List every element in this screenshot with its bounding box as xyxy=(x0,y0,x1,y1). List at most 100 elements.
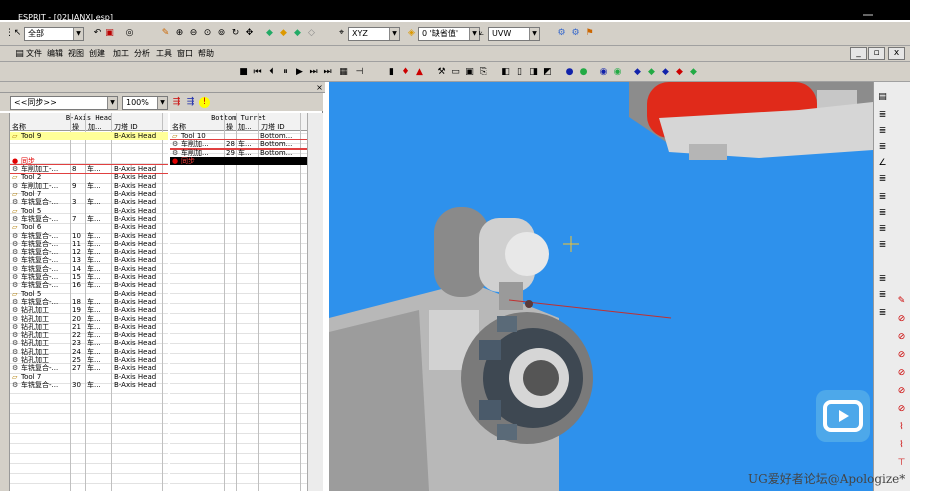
chevron-down-icon[interactable]: ▼ xyxy=(107,97,117,109)
tool-row[interactable]: ▱ Tool 7 B-Axis Head xyxy=(10,373,168,381)
column-turret-id[interactable]: 刀塔 ID xyxy=(114,122,138,132)
part-icon[interactable]: ◆ xyxy=(660,67,671,78)
layer-icon[interactable]: ◆ xyxy=(292,28,303,39)
zoom-combo[interactable]: 100% ▼ xyxy=(122,96,168,110)
menu-edit[interactable]: 编辑 xyxy=(47,49,63,59)
sync-row[interactable]: ● 同步 xyxy=(10,157,168,165)
mdi-restore-button[interactable]: ▫ xyxy=(868,47,885,60)
view-top-icon[interactable]: ◨ xyxy=(528,67,539,78)
column-turret-id[interactable]: 刀塔 ID xyxy=(261,122,285,132)
zoom-fit-icon[interactable]: ⊙ xyxy=(202,28,213,39)
chevron-down-icon[interactable]: ▼ xyxy=(73,28,83,40)
menu-analysis[interactable]: 分析 xyxy=(134,49,150,59)
operation-row[interactable]: ⚙ 车铣复合-... 30 车... B-Axis Head xyxy=(10,381,168,389)
pause-icon[interactable]: ⏸ xyxy=(280,67,291,78)
menu-file[interactable]: 文件 xyxy=(26,49,42,59)
operation-row[interactable]: ⚙ 车削加工-... 9 车... B-Axis Head xyxy=(10,182,168,190)
stop-icon[interactable]: ■ xyxy=(238,67,249,78)
snap-icon[interactable]: ⊘ xyxy=(896,314,907,325)
mdi-close-button[interactable]: x xyxy=(888,47,905,60)
operation-row[interactable]: ⚙ 车铣复合-... 7 车... B-Axis Head xyxy=(10,215,168,223)
cube-icon[interactable]: ◆ xyxy=(264,28,275,39)
snap-icon[interactable]: ⊘ xyxy=(896,332,907,343)
fast-forward-icon[interactable]: ⏭ xyxy=(322,67,333,78)
snap-icon[interactable]: ✎ xyxy=(896,296,907,307)
save-view-icon[interactable]: ▤ xyxy=(877,92,888,103)
view-iso-icon[interactable]: ◩ xyxy=(542,67,553,78)
settings-icon[interactable]: ◆ xyxy=(688,67,699,78)
operation-row[interactable]: ⚙ 车铣复合-... 27 车... B-Axis Head xyxy=(10,364,168,372)
undo-icon[interactable]: ↶ xyxy=(92,28,103,39)
machine-icon[interactable]: ◆ xyxy=(632,67,643,78)
operation-row[interactable]: ⚙ 车铣复合-... 10 车... B-Axis Head xyxy=(10,232,168,240)
tool-row[interactable]: ▱ Tool 9 B-Axis Head xyxy=(10,132,168,141)
operation-row[interactable]: ⚙ 车削加... 29 车... Bottom... xyxy=(170,147,307,158)
tool-row[interactable]: ▱ Tool 6 B-Axis Head xyxy=(10,223,168,231)
sync-row[interactable]: ● 同步 xyxy=(170,156,307,166)
view-list-icon[interactable]: ≣ xyxy=(877,290,888,301)
uvw-combo[interactable]: UVW ▼ xyxy=(488,27,540,41)
view-side-icon[interactable]: ▯ xyxy=(514,67,525,78)
tool-icon[interactable]: ▮ xyxy=(386,67,397,78)
mdi-minimize-button[interactable]: _ xyxy=(850,47,867,60)
record-icon[interactable]: ◎ xyxy=(124,28,135,39)
menu-tools[interactable]: 工具 xyxy=(156,49,172,59)
operation-row[interactable]: ⚙ 钻孔加工 23 车... B-Axis Head xyxy=(10,339,168,347)
column-machining[interactable]: 加... xyxy=(88,122,102,132)
operation-row[interactable] xyxy=(10,140,168,148)
operation-row[interactable]: ⚙ 车铣复合-... 3 车... B-Axis Head xyxy=(10,198,168,206)
shaded-icon[interactable]: ● xyxy=(578,67,589,78)
snap-icon[interactable]: ⊘ xyxy=(896,350,907,361)
spindle-icon[interactable]: ⊣ xyxy=(354,67,365,78)
export-icon[interactable]: ⎘ xyxy=(478,67,489,78)
solid-icon[interactable]: ● xyxy=(564,67,575,78)
snap-icon[interactable]: ⌇ xyxy=(896,440,907,451)
menu-window[interactable]: 窗口 xyxy=(177,49,193,59)
snap-icon[interactable]: ⊤ xyxy=(896,458,907,469)
column-name[interactable]: 名称 xyxy=(12,122,26,132)
wrench-icon[interactable]: ⚒ xyxy=(436,67,447,78)
column-name[interactable]: 名称 xyxy=(172,122,186,132)
workplane-icon[interactable]: ◈ xyxy=(406,28,417,39)
plane-combo[interactable]: XYZ ▼ xyxy=(348,27,400,41)
operation-row[interactable]: ⚙ 车铣复合-... 13 车... B-Axis Head xyxy=(10,256,168,264)
sync-add-icon[interactable]: ⇶ xyxy=(171,97,182,108)
zoom-out-icon[interactable]: ⊖ xyxy=(188,28,199,39)
stock-icon[interactable]: ▦ xyxy=(338,67,349,78)
minimize-icon[interactable] xyxy=(863,14,873,16)
operation-row[interactable]: ⚙ 钻孔加工 21 车... B-Axis Head xyxy=(10,323,168,331)
plane-icon[interactable]: ⌖ xyxy=(336,28,347,39)
sync-remove-icon[interactable]: ⇶ xyxy=(185,97,196,108)
menu-machining[interactable]: 加工 xyxy=(113,49,129,59)
collision-icon[interactable]: ▲ xyxy=(414,67,425,78)
rewind-icon[interactable]: ⏮ xyxy=(252,67,263,78)
step-back-icon[interactable]: ⏴ xyxy=(266,67,277,78)
chevron-down-icon[interactable]: ▼ xyxy=(529,28,539,40)
operation-row[interactable]: ⚙ 钻孔加工 24 车... B-Axis Head xyxy=(10,348,168,356)
view-list-icon[interactable]: ≣ xyxy=(877,174,888,185)
operation-row[interactable]: ⚙ 车削加工-... 8 车... B-Axis Head xyxy=(10,164,168,175)
tool-row[interactable]: ▱ Tool 2 B-Axis Head xyxy=(10,173,168,181)
operation-row[interactable]: ⚙ 车铣复合-... 11 车... B-Axis Head xyxy=(10,240,168,248)
pencil-icon[interactable]: ✎ xyxy=(160,28,171,39)
post-icon[interactable]: ⚑ xyxy=(584,28,595,39)
menu-help[interactable]: 帮助 xyxy=(198,49,214,59)
toolpath-icon[interactable]: ◆ xyxy=(674,67,685,78)
operation-row[interactable]: ⚙ 车铣复合-... 16 车... B-Axis Head xyxy=(10,281,168,289)
transparent-icon[interactable]: ◉ xyxy=(598,67,609,78)
view-list-icon[interactable]: ≣ xyxy=(877,240,888,251)
step-forward-icon[interactable]: ⏭ xyxy=(308,67,319,78)
vertical-scrollbar[interactable] xyxy=(307,113,323,491)
pointer-icon[interactable]: ↖ xyxy=(12,28,23,39)
fixture-icon[interactable]: ◆ xyxy=(646,67,657,78)
pan-icon[interactable]: ✥ xyxy=(244,28,255,39)
zoom-window-icon[interactable]: ⊚ xyxy=(216,28,227,39)
zoom-in-icon[interactable]: ⊕ xyxy=(174,28,185,39)
shade-icon[interactable]: ◆ xyxy=(278,28,289,39)
sync-combo[interactable]: <<同步>> ▼ xyxy=(10,96,118,110)
view-list-icon[interactable]: ≣ xyxy=(877,110,888,121)
view-list-icon[interactable]: ≣ xyxy=(877,142,888,153)
warning-icon[interactable]: ! xyxy=(199,97,210,108)
uvw-icon[interactable]: ⟀ xyxy=(476,28,487,39)
ruler-icon[interactable]: ▭ xyxy=(450,67,461,78)
